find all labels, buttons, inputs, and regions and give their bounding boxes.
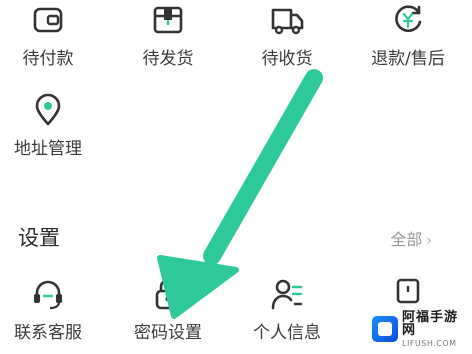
headset-icon — [34, 280, 62, 310]
address-management-label: 地址管理 — [14, 139, 82, 159]
contact-support-label: 联系客服 — [14, 323, 82, 343]
document-icon — [396, 278, 420, 304]
see-all-link[interactable]: 全部 › — [390, 226, 432, 250]
personal-info-item[interactable]: 个人信息 — [228, 276, 346, 343]
order-item-label: 待付款 — [22, 49, 74, 69]
password-settings-label: 密码设置 — [134, 323, 202, 343]
see-all-label: 全部 — [390, 230, 423, 249]
settings-section-title: 设置 — [18, 226, 60, 250]
lock-icon — [155, 278, 181, 310]
wallet-icon — [33, 7, 63, 33]
settings-item-partial[interactable] — [349, 276, 467, 312]
site-watermark: 阿福手游网 LIFUSH.COM — [372, 309, 468, 348]
watermark-name: 阿福手游网 — [402, 309, 459, 338]
location-pin-icon — [35, 93, 61, 126]
contact-support-item[interactable]: 联系客服 — [0, 276, 107, 343]
personal-info-label: 个人信息 — [253, 323, 321, 343]
chevron-right-icon: › — [426, 233, 432, 249]
order-item-pending-payment[interactable]: 待付款 — [0, 2, 107, 69]
watermark-url: LIFUSH.COM — [402, 338, 457, 348]
package-icon — [153, 6, 183, 34]
user-list-icon — [271, 279, 303, 310]
order-item-label: 退款/售后 — [371, 49, 445, 69]
order-item-pending-shipment[interactable]: 待发货 — [109, 2, 227, 69]
address-management-item[interactable]: 地址管理 — [0, 92, 107, 159]
order-item-refund-aftersales[interactable]: 退款/售后 — [349, 2, 467, 69]
truck-icon — [271, 8, 304, 35]
order-item-label: 待发货 — [142, 49, 194, 69]
order-item-pending-receipt[interactable]: 待收货 — [228, 2, 346, 69]
watermark-logo-icon — [372, 316, 398, 342]
password-settings-item[interactable]: 密码设置 — [109, 276, 227, 343]
refund-icon — [395, 5, 422, 32]
order-item-label: 待收货 — [261, 49, 313, 69]
